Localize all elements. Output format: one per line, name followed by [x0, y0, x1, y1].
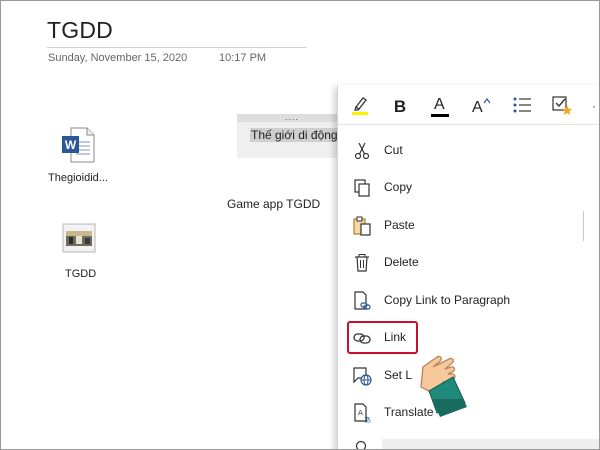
link-icon	[352, 328, 372, 348]
menu-item-paste[interactable]: Paste	[338, 209, 599, 243]
bullet-list-icon	[511, 94, 533, 121]
font-size-button[interactable]: A	[468, 95, 492, 119]
highlighter-icon	[349, 94, 371, 121]
font-size-icon: A	[469, 96, 491, 118]
svg-text:W: W	[65, 138, 77, 152]
trash-icon	[352, 253, 372, 273]
menu-item-cut[interactable]: Cut	[338, 134, 599, 168]
translate-icon: A あ	[352, 403, 372, 423]
paste-icon	[352, 216, 372, 236]
note-clip: Thế giới di động	[237, 122, 341, 158]
menu-item-copy-link-to-paragraph[interactable]: Copy Link to Paragraph	[338, 284, 599, 318]
selected-note-text[interactable]: Thế giới di động	[250, 128, 339, 142]
svg-text:あ: あ	[364, 416, 371, 423]
menu-item-label: Copy	[384, 180, 413, 194]
menu-item-label: Set L	[384, 368, 413, 382]
image-file-icon[interactable]	[62, 223, 96, 253]
menu-item-label: Link	[384, 330, 407, 344]
bullets-button[interactable]	[510, 95, 534, 119]
menu-item-label: Copy Link to Paragraph	[384, 293, 511, 307]
menu-item-label: Delete	[384, 255, 419, 269]
more-options-icon[interactable]: ·	[592, 99, 596, 113]
todo-tag-icon	[551, 94, 573, 121]
font-color-button[interactable]: A	[428, 95, 452, 119]
set-language-icon	[352, 366, 372, 386]
page-title[interactable]: TGDD	[47, 17, 113, 44]
image-file-label[interactable]: TGDD	[65, 268, 96, 280]
menu-bottom-edge	[382, 439, 599, 449]
menu-item-delete[interactable]: Delete	[338, 246, 599, 280]
onenote-window: TGDD Sunday, November 15, 2020 10:17 PM …	[0, 0, 600, 450]
word-document-icon[interactable]: W	[61, 127, 95, 163]
word-file-label[interactable]: Thegioidid...	[48, 172, 108, 184]
bold-button[interactable]: B	[388, 95, 412, 119]
menu-item-label: Cut	[384, 143, 403, 157]
tag-button[interactable]	[550, 95, 574, 119]
scissors-icon	[352, 141, 372, 161]
font-color-icon: A	[429, 96, 451, 118]
mini-toolbar: B A A ·	[338, 85, 599, 125]
search-icon[interactable]	[352, 437, 372, 449]
menu-item-label: Paste	[384, 218, 415, 232]
svg-text:A: A	[358, 409, 363, 417]
pointing-hand-icon	[415, 347, 475, 419]
menu-item-copy[interactable]: Copy	[338, 171, 599, 205]
page-date: Sunday, November 15, 2020	[48, 52, 188, 64]
note-container-handle[interactable]: ....	[237, 113, 347, 122]
bold-icon: B	[393, 97, 407, 116]
highlight-button[interactable]	[348, 95, 372, 119]
title-underline	[47, 47, 307, 48]
text-block[interactable]: Game app TGDD	[227, 197, 320, 211]
page-time: 10:17 PM	[219, 52, 267, 64]
copy-icon	[352, 178, 372, 198]
copy-link-icon	[352, 291, 372, 311]
